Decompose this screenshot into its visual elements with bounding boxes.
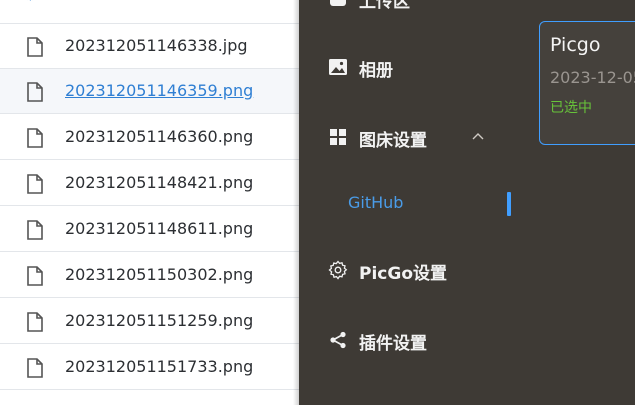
sidebar-subitem-github[interactable]: GitHub [299, 183, 539, 223]
sidebar-item-picgo-settings[interactable]: PicGo设置 [299, 250, 539, 290]
file-list: ✳ 202312051146338.jpg 202312051146359.pn… [0, 0, 299, 405]
file-icon [27, 312, 43, 332]
picbed-card-selected[interactable]: Picgo 2023-12-05 已选中 [539, 21, 635, 145]
file-row[interactable]: 202312051151259.png [0, 299, 299, 344]
file-name[interactable]: 202312051146360.png [65, 127, 253, 146]
file-name[interactable]: 202312051148421.png [65, 173, 253, 192]
file-icon [27, 358, 43, 378]
sidebar-item-album[interactable]: 相册 [299, 47, 539, 87]
chevron-up-icon[interactable] [471, 129, 485, 143]
active-indicator [507, 192, 511, 216]
file-row[interactable]: 202312051150302.png [0, 253, 299, 298]
file-row[interactable]: 202312051146338.jpg [0, 24, 299, 69]
file-row[interactable]: 202312051148421.png [0, 161, 299, 206]
sidebar-item-upload[interactable]: 上传区 [299, 0, 539, 18]
file-icon [27, 266, 43, 286]
file-row[interactable]: 202312051146360.png [0, 115, 299, 160]
sidebar-item-label: 上传区 [359, 0, 410, 12]
file-name[interactable]: 202312051151259.png [65, 311, 253, 330]
share-icon [330, 331, 346, 349]
card-title: Picgo [550, 34, 601, 56]
file-icon [27, 174, 43, 194]
sidebar-item-label: PicGo设置 [359, 264, 447, 284]
sidebar-item-plugin-settings[interactable]: 插件设置 [299, 320, 539, 360]
file-name[interactable]: 202312051148611.png [65, 219, 253, 238]
file-name[interactable]: 202312051151733.png [65, 357, 253, 376]
file-name[interactable]: 202312051146338.jpg [65, 36, 248, 55]
file-icon [27, 37, 43, 57]
file-icon [27, 82, 43, 102]
file-icon [27, 220, 43, 240]
file-row-partial[interactable]: ✳ [0, 0, 299, 24]
image-icon [329, 59, 347, 75]
sidebar-item-label: 相册 [359, 61, 393, 81]
gear-icon [328, 260, 348, 280]
card-date: 2023-12-05 [550, 68, 635, 87]
sidebar-item-label: 插件设置 [359, 334, 427, 354]
sidebar-item-label: 图床设置 [359, 131, 427, 151]
card-status: 已选中 [550, 100, 592, 116]
file-name[interactable]: 202312051150302.png [65, 265, 253, 284]
file-row[interactable]: 202312051146359.png [0, 69, 299, 114]
file-row[interactable]: 202312051151733.png [0, 345, 299, 390]
sidebar-item-bed-settings[interactable]: 图床设置 [299, 117, 539, 157]
loading-icon: ✳ [26, 0, 36, 4]
file-row[interactable]: 202312051148611.png [0, 207, 299, 252]
sidebar-subitem-label: GitHub [348, 193, 404, 212]
grid-icon [330, 129, 346, 145]
upload-icon [330, 0, 346, 6]
file-icon [27, 128, 43, 148]
file-name-link[interactable]: 202312051146359.png [65, 81, 253, 100]
